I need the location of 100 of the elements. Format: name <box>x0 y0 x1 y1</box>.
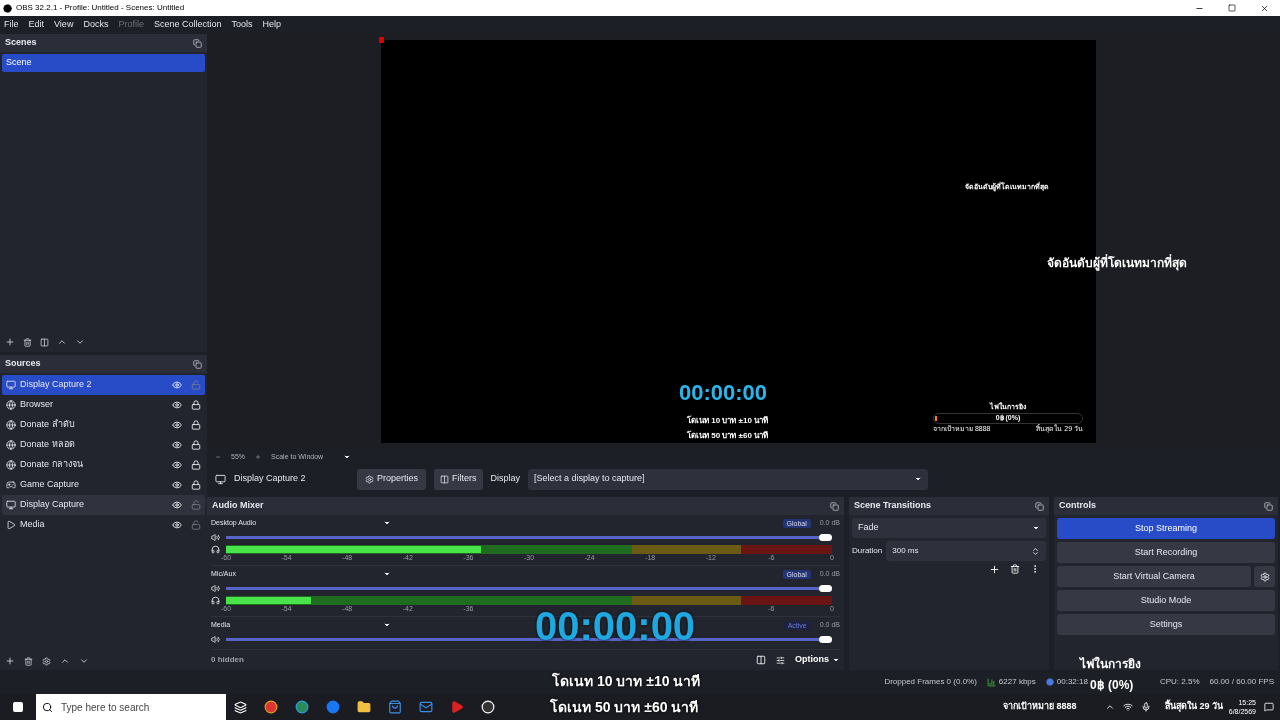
source-item[interactable]: Browser <box>2 395 205 415</box>
filter-icon <box>440 474 450 484</box>
play-icon[interactable] <box>450 700 464 714</box>
control-button[interactable]: Start Recording <box>1057 542 1275 563</box>
control-button[interactable]: Start Virtual Camera <box>1057 566 1251 587</box>
transition-select[interactable]: Fade <box>852 518 1046 538</box>
move-down-icon[interactable] <box>75 337 85 347</box>
network-icon[interactable] <box>1122 702 1133 712</box>
visibility-icon[interactable] <box>172 520 182 530</box>
signal-bars-icon <box>986 677 996 687</box>
monitor-icon <box>6 500 16 510</box>
menu-item[interactable]: Docks <box>83 18 109 32</box>
visibility-icon[interactable] <box>172 380 182 390</box>
caret-icon <box>832 656 840 664</box>
source-item[interactable]: Display Capture <box>2 495 205 515</box>
source-item[interactable]: Donate กลางจน <box>2 455 205 475</box>
visibility-icon[interactable] <box>172 440 182 450</box>
trash-icon[interactable] <box>23 337 32 347</box>
round-app-icon[interactable] <box>295 700 309 714</box>
dropdown-caret-icon[interactable] <box>343 453 351 461</box>
headphones-icon[interactable] <box>211 545 220 554</box>
gear-icon <box>1259 571 1270 582</box>
trash-icon[interactable] <box>24 656 33 666</box>
visibility-icon[interactable] <box>172 460 182 470</box>
move-up-icon[interactable] <box>57 337 67 347</box>
lock-icon[interactable] <box>191 440 201 450</box>
folder-icon[interactable] <box>357 700 371 714</box>
taskbar-search-field[interactable]: Type here to search <box>36 694 226 720</box>
speaker-icon[interactable] <box>211 634 220 644</box>
trash-icon[interactable] <box>1010 564 1020 574</box>
source-name: Donate หลอด <box>20 438 76 452</box>
volume-slider-handle[interactable] <box>819 584 832 592</box>
undock-icon[interactable] <box>1035 501 1044 511</box>
source-item[interactable]: Display Capture 2 <box>2 375 205 395</box>
dropdown-caret-icon[interactable] <box>383 519 391 527</box>
layout-icon[interactable] <box>756 655 766 665</box>
move-up-icon[interactable] <box>60 656 70 666</box>
task-view-icon[interactable] <box>234 700 247 714</box>
source-item[interactable]: Game Capture <box>2 475 205 495</box>
menu-item[interactable]: Scene Collection <box>153 18 222 32</box>
source-item[interactable]: Donate ลำดับ <box>2 415 205 435</box>
control-button[interactable]: Settings <box>1057 614 1275 635</box>
undock-icon[interactable] <box>1264 501 1273 511</box>
add-icon[interactable] <box>5 337 15 347</box>
close-icon[interactable] <box>1260 3 1269 13</box>
duration-field[interactable]: 300 ms <box>886 541 1046 561</box>
settings-icon[interactable] <box>42 656 51 666</box>
visibility-icon[interactable] <box>172 420 182 430</box>
app-logo-icon <box>3 3 12 13</box>
menu-item[interactable]: View <box>54 18 74 32</box>
source-item[interactable]: Media <box>2 515 205 535</box>
undock-icon[interactable] <box>193 359 202 369</box>
menu-item[interactable]: File <box>4 18 19 32</box>
menu-item[interactable]: Help <box>262 18 281 32</box>
display-select[interactable]: [Select a display to capture] <box>528 468 929 490</box>
mic-icon[interactable] <box>1140 702 1151 712</box>
visibility-icon[interactable] <box>172 400 182 410</box>
round-app-icon[interactable] <box>264 700 278 714</box>
zoom-in-icon[interactable] <box>255 454 261 460</box>
start-icon[interactable] <box>12 701 24 713</box>
scene-item[interactable]: Scene <box>2 54 205 72</box>
move-down-icon[interactable] <box>79 656 89 666</box>
speaker-icon[interactable] <box>211 532 220 542</box>
lock-icon[interactable] <box>191 420 201 430</box>
dropdown-caret-icon <box>914 475 923 483</box>
volume-slider-handle[interactable] <box>819 533 832 541</box>
menu-item[interactable]: Edit <box>28 18 45 32</box>
add-icon[interactable] <box>989 564 1000 575</box>
bag-icon[interactable] <box>388 700 402 714</box>
undock-icon[interactable] <box>830 501 839 511</box>
spinner-icon <box>1031 546 1040 556</box>
dropdown-caret-icon[interactable] <box>383 621 391 629</box>
marker-icon <box>379 37 384 43</box>
notification-icon[interactable] <box>1264 702 1274 712</box>
lock-icon[interactable] <box>191 460 201 470</box>
sliders-icon[interactable] <box>776 655 785 665</box>
filters-button[interactable]: Filters <box>434 468 483 490</box>
globe-icon <box>6 400 16 410</box>
lock-icon[interactable] <box>191 400 201 410</box>
lock-icon[interactable] <box>191 480 201 490</box>
options-button[interactable]: Options <box>795 653 840 667</box>
filter-icon[interactable] <box>40 337 49 347</box>
properties-button[interactable]: Properties <box>357 468 427 490</box>
speaker-icon[interactable] <box>211 583 220 593</box>
menu-item[interactable]: Tools <box>231 18 253 32</box>
control-button[interactable]: Studio Mode <box>1057 590 1275 611</box>
window-title: OBS 32.2.1 - Profile: Untitled - Scenes: Untitled <box>16 2 186 14</box>
undock-icon[interactable] <box>193 38 202 48</box>
source-item[interactable]: Donate หลอด <box>2 435 205 455</box>
tray-expand-icon[interactable] <box>1104 702 1115 712</box>
mail-icon[interactable] <box>419 700 433 714</box>
virtual-camera-settings-button[interactable] <box>1254 566 1275 587</box>
control-button[interactable]: Stop Streaming <box>1057 518 1275 539</box>
volume-slider-handle[interactable] <box>819 635 832 643</box>
dropdown-caret-icon[interactable] <box>383 570 391 578</box>
add-icon[interactable] <box>5 656 15 666</box>
headphones-icon[interactable] <box>211 596 220 605</box>
visibility-icon[interactable] <box>172 500 182 510</box>
visibility-icon[interactable] <box>172 480 182 490</box>
maximize-icon[interactable] <box>1228 4 1236 12</box>
